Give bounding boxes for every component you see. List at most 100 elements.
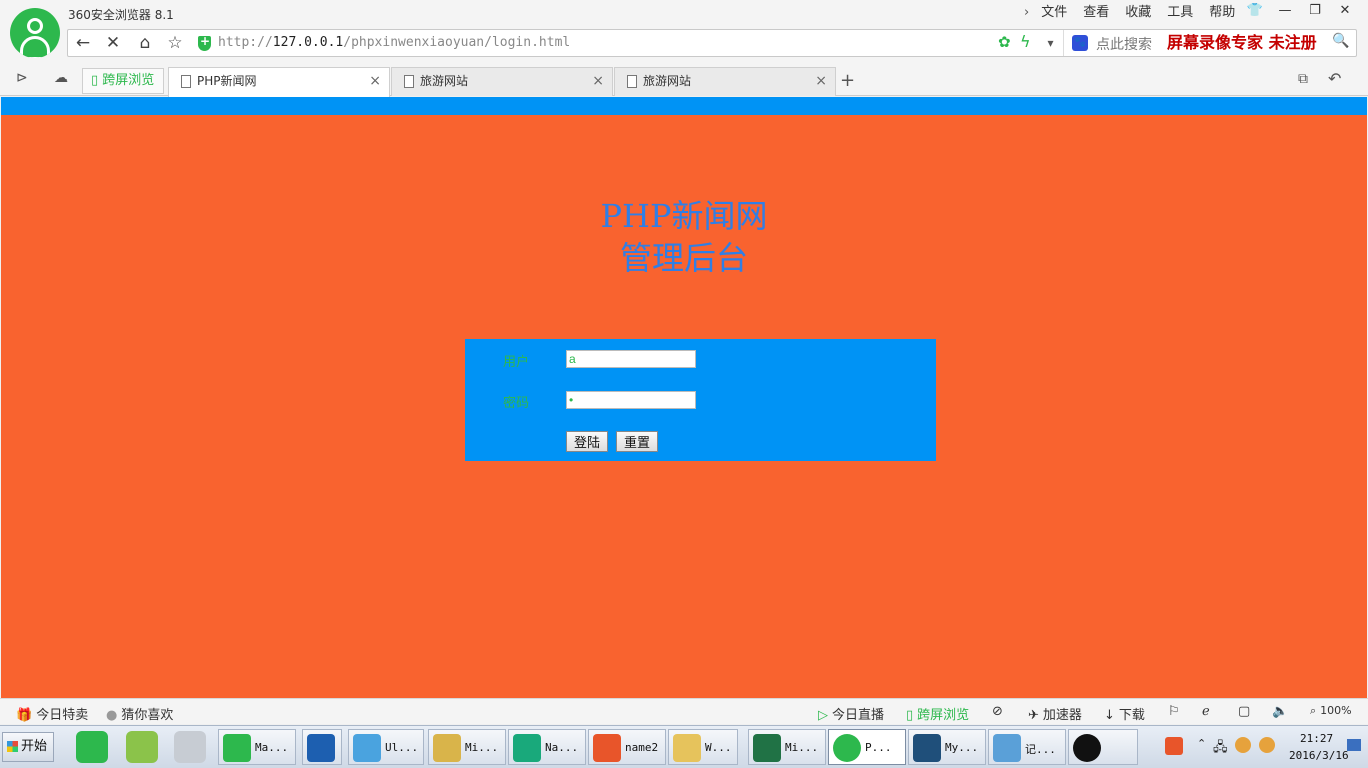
network-icon[interactable] (174, 731, 206, 763)
accelerator-link[interactable]: ✈ 加速器 (1028, 704, 1082, 723)
reset-button[interactable]: 重置 (616, 431, 659, 452)
menu-tools[interactable]: 工具 (1159, 4, 1201, 22)
wechat-icon[interactable] (76, 731, 108, 763)
close-tab-icon[interactable]: × (369, 68, 381, 95)
database-icon (593, 734, 621, 762)
page-content: PHP新闻网 管理后台 用户 密码 登陆 重置 (1, 97, 1367, 698)
speaker-icon[interactable]: 🔈 (1272, 704, 1288, 719)
task-dreamweaver[interactable]: Ma... (218, 729, 296, 765)
live-today-link[interactable]: ▷ 今日直播 (818, 704, 884, 723)
tab-travel-1[interactable]: 旅游网站 × (391, 67, 613, 96)
daily-deals-link[interactable]: 🎁 今日特卖 (16, 704, 88, 723)
search-engine-icon[interactable]: 🐾 (1072, 35, 1088, 51)
notepad-icon (993, 734, 1021, 762)
clock-date[interactable]: 2016/3/16 (1289, 749, 1349, 762)
app-icon (353, 734, 381, 762)
task-notepad[interactable]: 记... (988, 729, 1066, 765)
android-icon[interactable] (126, 731, 158, 763)
network-tray-icon[interactable]: 🖧 (1213, 738, 1228, 760)
menu-file[interactable]: 文件 (1033, 4, 1075, 22)
flag-icon[interactable]: ⚐ (1168, 704, 1180, 719)
close-button[interactable]: ✕ (1330, 0, 1360, 22)
search-icon[interactable]: 🔍 (1332, 33, 1349, 49)
zoom-level[interactable]: ⌕ 100% (1310, 704, 1352, 718)
restore-tabs-icon[interactable]: ⧉ (1298, 71, 1308, 87)
title-bar: 360安全浏览器 8.1 › 文件 查看 收藏 工具 帮助 👕 — ❐ ✕ (0, 0, 1368, 26)
menu-favorites[interactable]: 收藏 (1117, 4, 1159, 22)
page-icon (627, 75, 637, 88)
status-bar: 🎁 今日特卖 ● 猜你喜欢 ▷ 今日直播 ▯ 跨屏浏览 ⊘ ✈ 加速器 ↓ 下载 ⚐ ℯ ▢… (0, 698, 1368, 724)
task-mi-1[interactable]: Mi... (428, 729, 506, 765)
html5-icon[interactable] (1165, 737, 1183, 755)
back-arrow-icon[interactable]: ← (68, 30, 98, 56)
restore-button[interactable]: ❐ (1300, 0, 1330, 22)
user-avatar-icon[interactable] (10, 8, 60, 58)
task-photoshop[interactable] (302, 729, 342, 765)
menu-help[interactable]: 帮助 (1201, 4, 1243, 22)
stop-icon[interactable]: ✕ (98, 30, 128, 56)
new-tab-icon[interactable]: + (840, 70, 855, 91)
login-button[interactable]: 登陆 (566, 431, 609, 452)
task-ul[interactable]: Ul... (348, 729, 424, 765)
chevron-right-icon[interactable]: › (1020, 4, 1033, 22)
compass-icon[interactable]: ⊘ (992, 704, 1003, 719)
undo-icon[interactable]: ↶ (1328, 69, 1341, 88)
username-field[interactable] (566, 350, 696, 368)
security-shield-icon[interactable] (198, 34, 211, 51)
chevron-down-icon[interactable]: ▾ (1038, 30, 1064, 56)
app-title: 360安全浏览器 8.1 (68, 8, 174, 22)
taskbar: 开始 Ma... Ul... Mi... Na... name2 W... Mi… (0, 725, 1368, 768)
refresh-icon[interactable]: ✿ (998, 33, 1011, 51)
search-input[interactable]: 点此搜索 (1096, 34, 1152, 54)
dreamweaver-icon (223, 734, 251, 762)
close-tab-icon[interactable]: × (815, 68, 827, 95)
cross-screen-link[interactable]: ▯ 跨屏浏览 (906, 704, 969, 723)
recorder-watermark: 屏幕录像专家 未注册 (1167, 33, 1317, 52)
close-tab-icon[interactable]: × (592, 68, 604, 95)
tab-label: 旅游网站 (643, 74, 692, 88)
show-desktop-icon[interactable] (1347, 739, 1361, 751)
cloud-icon[interactable]: ☁ (54, 70, 68, 86)
gift-icon: 🎁 (16, 708, 33, 723)
minimize-button[interactable]: — (1270, 0, 1300, 22)
tab-php-news[interactable]: PHP新闻网 × (168, 67, 390, 97)
task-browser[interactable]: P... (828, 729, 906, 765)
navigation-group: ← ✕ ⌂ ☆ http://127.0.0.1/phpxinwenxiaoyu… (67, 29, 1357, 57)
task-name2[interactable]: name2 (588, 729, 666, 765)
page-icon (181, 75, 191, 88)
start-button[interactable]: 开始 (2, 732, 54, 762)
url-input[interactable]: http://127.0.0.1/phpxinwenxiaoyuan/login… (218, 35, 570, 50)
skin-icon[interactable]: 👕 (1240, 0, 1270, 22)
guess-you-like-link[interactable]: ● 猜你喜欢 (106, 704, 173, 723)
ie-icon[interactable]: ℯ (1202, 704, 1210, 719)
window-icon[interactable]: ▢ (1238, 704, 1250, 719)
task-qq[interactable] (1068, 729, 1138, 765)
bolt-icon[interactable]: ϟ (1020, 32, 1031, 51)
task-na[interactable]: Na... (508, 729, 586, 765)
page-icon (404, 75, 414, 88)
download-icon: ↓ (1104, 708, 1115, 723)
globe-icon (513, 734, 541, 762)
download-link[interactable]: ↓ 下载 (1104, 704, 1145, 723)
menu-view[interactable]: 查看 (1075, 4, 1117, 22)
cross-screen-browse-button[interactable]: ▯ 跨屏浏览 (82, 68, 164, 94)
tray-expand-icon[interactable]: ⌃ (1197, 737, 1206, 750)
task-excel[interactable]: Mi... (748, 729, 826, 765)
dot-icon: ● (106, 708, 118, 723)
password-field[interactable] (566, 391, 696, 409)
address-bar: ← ✕ ⌂ ☆ http://127.0.0.1/phpxinwenxiaoyu… (0, 26, 1368, 64)
clock-time[interactable]: 21:27 (1300, 732, 1333, 745)
home-icon[interactable]: ⌂ (130, 30, 160, 56)
qq-tray-icon[interactable] (1235, 737, 1251, 753)
sidebar-toggle-icon[interactable]: ⊳ (16, 70, 28, 86)
task-my[interactable]: My... (908, 729, 986, 765)
phone-icon: ▯ (906, 708, 914, 723)
window-controls: 👕 — ❐ ✕ (1240, 0, 1360, 22)
qq-tray-icon-2[interactable] (1259, 737, 1275, 753)
tab-label: 旅游网站 (420, 74, 469, 88)
tab-travel-2[interactable]: 旅游网站 × (614, 67, 836, 96)
excel-icon (753, 734, 781, 762)
star-icon[interactable]: ☆ (160, 30, 190, 56)
top-menu: › 文件 查看 收藏 工具 帮助 (1020, 4, 1243, 22)
task-w[interactable]: W... (668, 729, 738, 765)
